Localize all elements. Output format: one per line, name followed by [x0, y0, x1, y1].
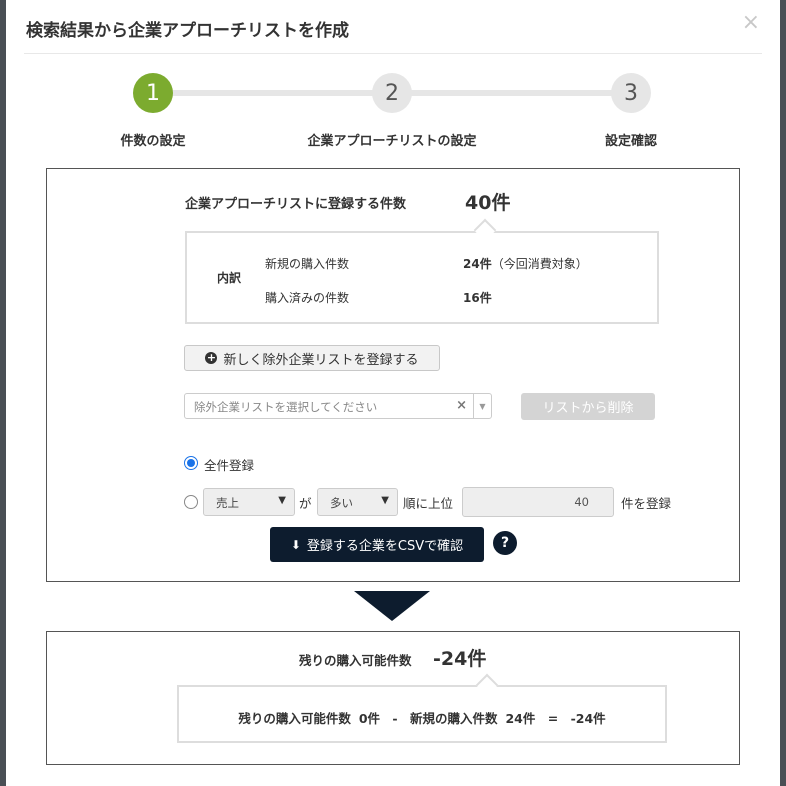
formula-b-label: 新規の購入件数	[409, 711, 498, 726]
help-icon[interactable]: ?	[493, 531, 517, 555]
exclusion-list-select[interactable]: 除外企業リストを選択してください × ▼	[184, 393, 492, 419]
step-connector-2-3	[406, 90, 626, 96]
new-purchase-label: 新規の購入件数	[265, 257, 350, 271]
csv-confirm-button[interactable]: ⬇ 登録する企業をCSVで確認	[270, 527, 484, 562]
remaining-count-value: -24件	[433, 648, 487, 670]
total-count-value: 40件	[465, 192, 511, 214]
exclusion-list-placeholder: 除外企業リストを選択してください	[194, 400, 378, 414]
sort-order-select[interactable]: 多い ▼	[317, 488, 398, 516]
count-settings-panel: 企業アプローチリストに登録する件数 40件 内訳 新規の購入件数 24件（今回消…	[46, 168, 740, 582]
chevron-down-icon: ▼	[278, 495, 286, 506]
register-exclusion-list-button[interactable]: + 新しく除外企業リストを登録する	[184, 345, 440, 371]
purchased-value: 16件	[463, 291, 492, 305]
clear-selection-icon[interactable]: ×	[456, 398, 467, 413]
register-exclusion-list-label: 新しく除外企業リストを登録する	[223, 352, 419, 368]
formula-box: 残りの購入可能件数 0件 - 新規の購入件数 24件 = -24件	[177, 685, 667, 743]
radio-register-all[interactable]	[184, 456, 198, 470]
close-icon[interactable]: ×	[742, 10, 760, 35]
top-count-value: 40	[574, 495, 589, 509]
step-3-circle: 3	[611, 73, 651, 113]
sort-order-value: 多い	[330, 496, 353, 510]
modal-dialog: 検索結果から企業アプローチリストを作成 × 1 2 3 件数の設定 企業アプロー…	[6, 0, 780, 786]
stepper: 1 2 3 件数の設定 企業アプローチリストの設定 設定確認	[6, 70, 780, 160]
chevron-down-icon[interactable]: ▼	[473, 394, 491, 418]
sort-field-select[interactable]: 売上 ▼	[203, 488, 295, 516]
new-purchase-note: （今回消費対象）	[491, 257, 588, 271]
chevron-down-icon: ▼	[381, 495, 389, 506]
formula-b-value: 24件	[505, 711, 536, 726]
sort-field-value: 売上	[216, 496, 239, 510]
step-2-label: 企業アプローチリストの設定	[307, 134, 477, 149]
radio-register-top[interactable]	[184, 495, 198, 509]
formula-a-value: 0件	[358, 711, 381, 726]
csv-confirm-label: 登録する企業をCSVで確認	[306, 539, 464, 554]
formula-minus: -	[392, 711, 398, 726]
plus-circle-icon: +	[205, 351, 218, 364]
breakdown-heading: 内訳	[217, 271, 242, 285]
flow-arrow-icon	[354, 591, 430, 621]
formula-equals: =	[547, 711, 559, 726]
new-purchase-count: 24件	[463, 257, 492, 271]
step-connector-1-2	[166, 90, 386, 96]
step-2-circle: 2	[372, 73, 412, 113]
remaining-count-label: 残りの購入可能件数	[299, 653, 412, 668]
breakdown-box: 内訳 新規の購入件数 24件（今回消費対象） 購入済みの件数 16件	[185, 231, 659, 324]
purchased-label: 購入済みの件数	[265, 291, 350, 305]
top-count-input[interactable]: 40	[462, 487, 614, 517]
remove-from-list-button[interactable]: リストから削除	[521, 393, 655, 420]
total-count-label: 企業アプローチリストに登録する件数	[185, 197, 407, 212]
remaining-summary-panel: 残りの購入可能件数 -24件 残りの購入可能件数 0件 - 新規の購入件数 24件 …	[46, 631, 740, 765]
remaining-formula: 残りの購入可能件数 0件 - 新規の購入件数 24件 = -24件	[179, 708, 665, 727]
download-icon: ⬇	[290, 537, 301, 552]
title-divider	[24, 53, 762, 54]
modal-title: 検索結果から企業アプローチリストを作成	[26, 21, 349, 41]
step-1-label: 件数の設定	[120, 134, 186, 149]
formula-a-label: 残りの購入可能件数	[238, 711, 351, 726]
top-ranking-text: 順に上位	[403, 496, 454, 511]
radio-register-all-label[interactable]: 全件登録	[204, 455, 254, 474]
particle-ga: が	[299, 496, 312, 511]
step-1-circle: 1	[133, 73, 173, 113]
new-purchase-value: 24件（今回消費対象）	[463, 255, 588, 272]
step-3-label: 設定確認	[604, 134, 658, 149]
register-suffix-text: 件を登録	[621, 496, 672, 511]
formula-result: -24件	[570, 711, 606, 726]
